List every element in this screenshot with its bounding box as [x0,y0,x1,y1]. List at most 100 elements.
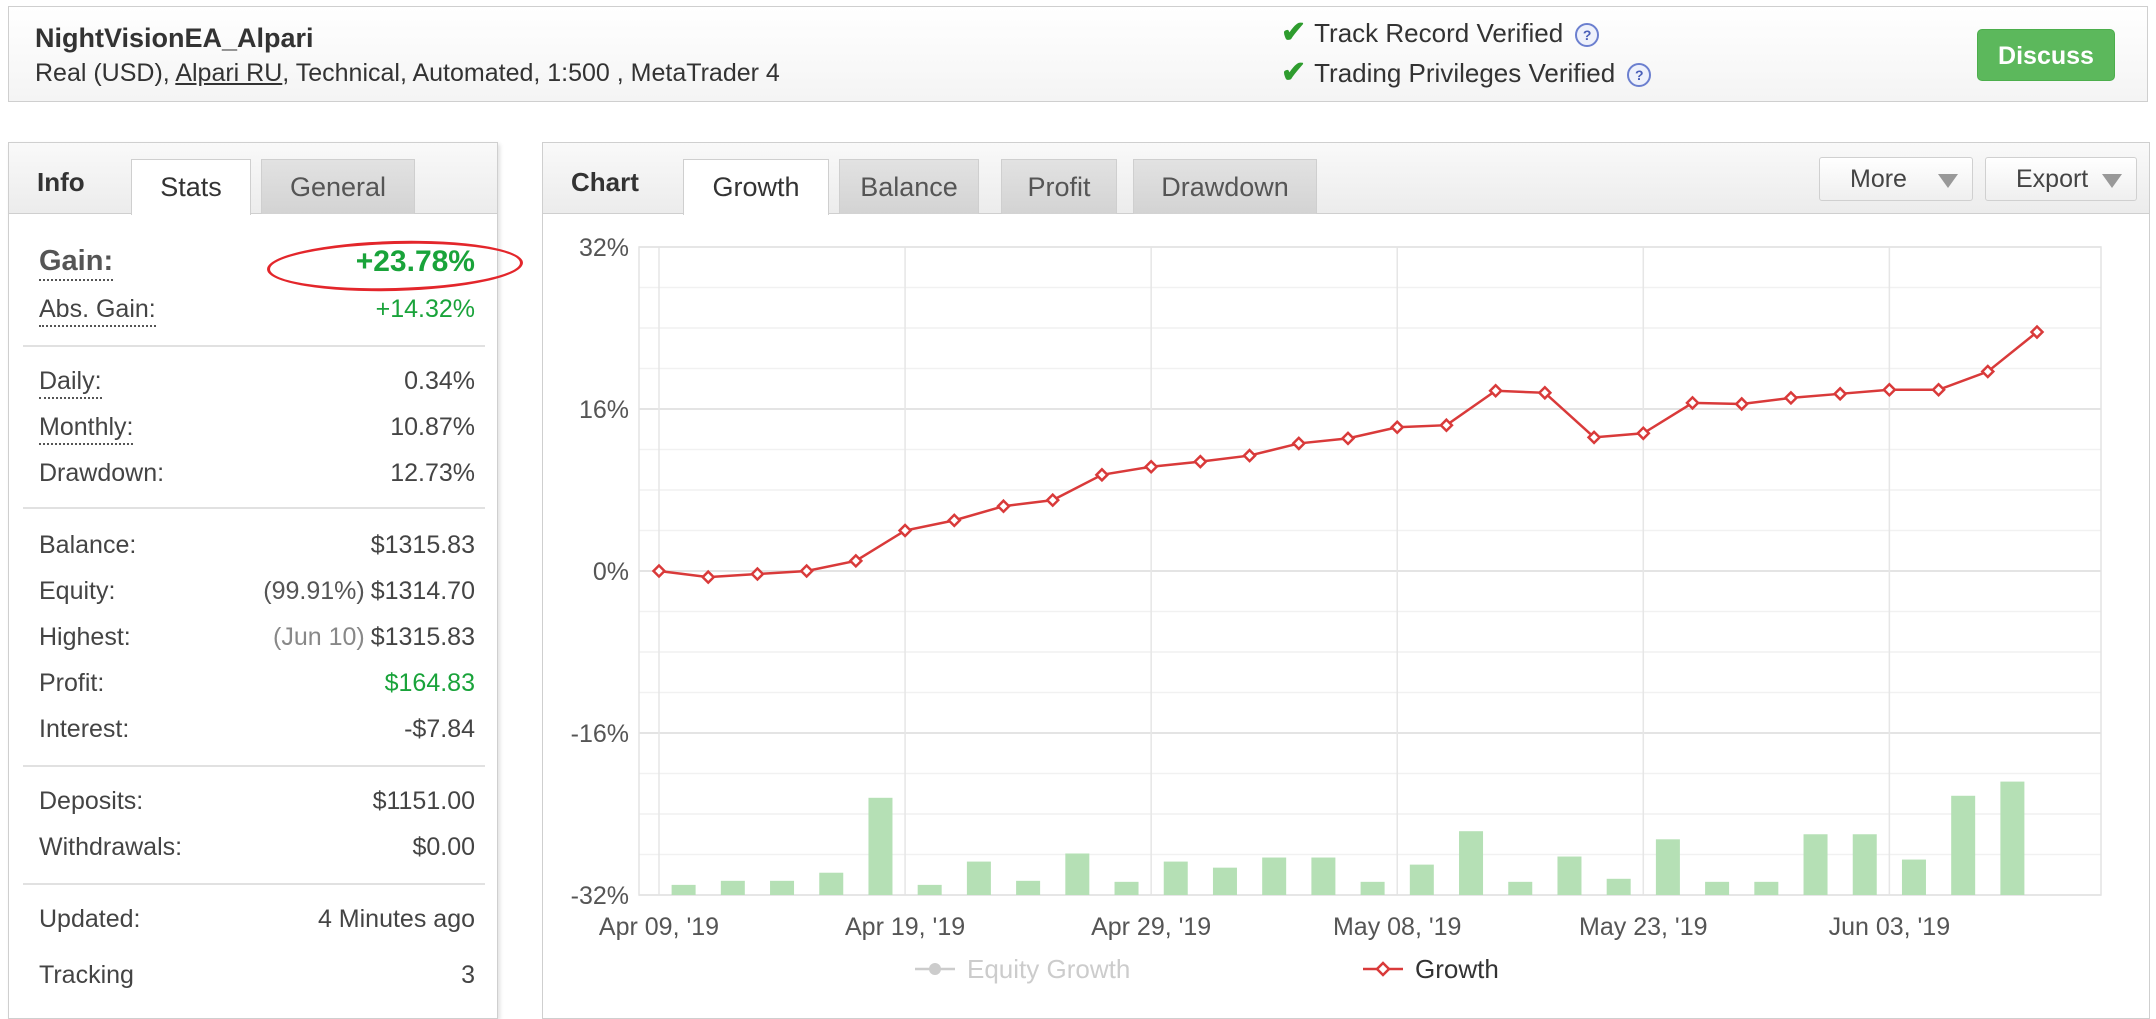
drawdown-label: Drawdown: [39,459,165,487]
bar [1459,831,1484,895]
daily-row: Daily: 0.34% [39,367,475,403]
bar [1016,880,1041,895]
check-icon: ✔ [1281,56,1307,89]
withdrawals-label: Withdrawals: [39,833,183,861]
bar [819,872,844,895]
tab-profit[interactable]: Profit [1001,159,1117,214]
updated-row: Updated: 4 Minutes ago [39,905,475,941]
bar [720,880,745,895]
balance-row: Balance: $1315.83 [39,531,475,567]
broker-link[interactable]: Alpari RU [175,59,282,87]
growth-point [750,566,765,582]
y-tick-label: -16% [571,720,629,748]
info-panel: Info Stats General Gain: +23.78% Abs. Ga… [8,142,524,1019]
bar [1901,859,1926,895]
tracking-label: Tracking [39,961,134,989]
divider [23,765,485,767]
x-tick-label: Apr 09, '19 [599,913,719,941]
highest-label: Highest: [39,623,131,651]
chart-panel-header: Chart Growth Balance Profit Drawdown Mor… [543,143,2149,215]
trading-privileges-verified: ✔ Trading Privileges Verified? [1281,55,1652,90]
trading-privileges-label: Trading Privileges Verified [1314,58,1616,88]
growth-point [1685,395,1700,411]
growth-point [1340,431,1356,446]
withdrawals-row: Withdrawals: $0.00 [39,833,475,869]
divider [23,507,485,509]
more-dropdown[interactable]: More [1819,157,1973,201]
growth-point [700,569,716,585]
growth-point [1193,454,1208,469]
monthly-label[interactable]: Monthly: [39,413,134,445]
daily-label[interactable]: Daily: [39,367,102,399]
chart-bars [671,781,2025,895]
interest-label: Interest: [39,715,130,743]
monthly-row: Monthly: 10.87% [39,413,475,449]
growth-point [1832,386,1848,402]
export-label: Export [2016,165,2089,193]
tab-growth[interactable]: Growth [683,159,829,215]
tab-balance[interactable]: Balance [839,159,979,214]
abs-gain-label[interactable]: Abs. Gain: [39,295,156,327]
tracking-row: Tracking 3 [39,961,475,997]
help-icon[interactable]: ? [1575,23,1600,48]
bar [868,797,893,895]
legend-growth-marker [1375,961,1391,977]
account-details: Real (USD), Alpari RU, Technical, Automa… [35,59,780,88]
balance-value: $1315.83 [370,531,475,559]
account-type: Real (USD), [35,59,176,87]
bar [1360,881,1385,895]
bar [1508,881,1533,895]
updated-value: 4 Minutes ago [317,905,475,933]
chevron-down-icon [1938,174,1958,188]
equity-percent: (99.91%) [263,577,365,605]
withdrawals-value: $0.00 [412,833,475,861]
bar [1754,881,1779,895]
chart-axes: 32% 16% 0% -16% -32% Apr 09, '19 Apr 19, '19 Ap… [571,234,1951,941]
bar [966,861,991,895]
profit-value: $164.83 [384,669,475,697]
chart-panel: Chart Growth Balance Profit Drawdown Mor… [542,142,2150,1019]
growth-point [1882,382,1897,398]
account-specs: , Technical, Automated, 1:500 , MetaTrad… [282,59,780,87]
equity-label: Equity: [39,577,116,605]
y-tick-label: 0% [593,558,629,586]
growth-point [1783,390,1799,406]
legend-equity-growth: Equity Growth [967,954,1130,984]
track-record-verified: ✔ Track Record Verified? [1281,15,1600,50]
growth-point [651,563,667,579]
divider [23,883,485,885]
deposits-value: $1151.00 [372,787,475,815]
profit-label: Profit: [39,669,105,697]
chart-grid [638,246,2102,896]
tab-general[interactable]: General [261,159,415,214]
info-label: Info [37,167,85,197]
bar [1852,834,1877,895]
x-tick-label: May 23, '19 [1579,913,1707,941]
deposits-label: Deposits: [39,787,144,815]
x-tick-label: Apr 19, '19 [845,913,965,941]
y-tick-label: 16% [579,396,629,424]
tab-drawdown[interactable]: Drawdown [1133,159,1317,214]
tab-stats[interactable]: Stats [131,159,251,215]
drawdown-row: Drawdown: 12.73% [39,459,475,495]
growth-point [1094,467,1110,483]
growth-point [1143,459,1159,474]
chart-legend: Equity Growth Growth [915,954,1499,984]
gain-label[interactable]: Gain: [39,245,114,281]
growth-point [1636,426,1651,441]
growth-point [1734,396,1749,412]
y-tick-label: -32% [571,882,629,910]
info-panel-header: Info Stats General [9,143,497,215]
highest-value: $1315.83 [370,623,475,651]
daily-value: 0.34% [404,367,475,395]
account-header: NightVisionEA_Alpari Real (USD), Alpari … [8,6,2148,102]
interest-row: Interest: -$7.84 [39,715,475,751]
tracking-value: 3 [461,961,475,989]
bar [1262,857,1287,895]
export-dropdown[interactable]: Export [1985,157,2137,201]
growth-point [947,513,962,528]
x-tick-label: Jun 03, '19 [1829,913,1951,941]
x-tick-label: Apr 29, '19 [1091,913,1211,941]
discuss-button[interactable]: Discuss [1977,29,2115,81]
help-icon[interactable]: ? [1627,63,1652,88]
